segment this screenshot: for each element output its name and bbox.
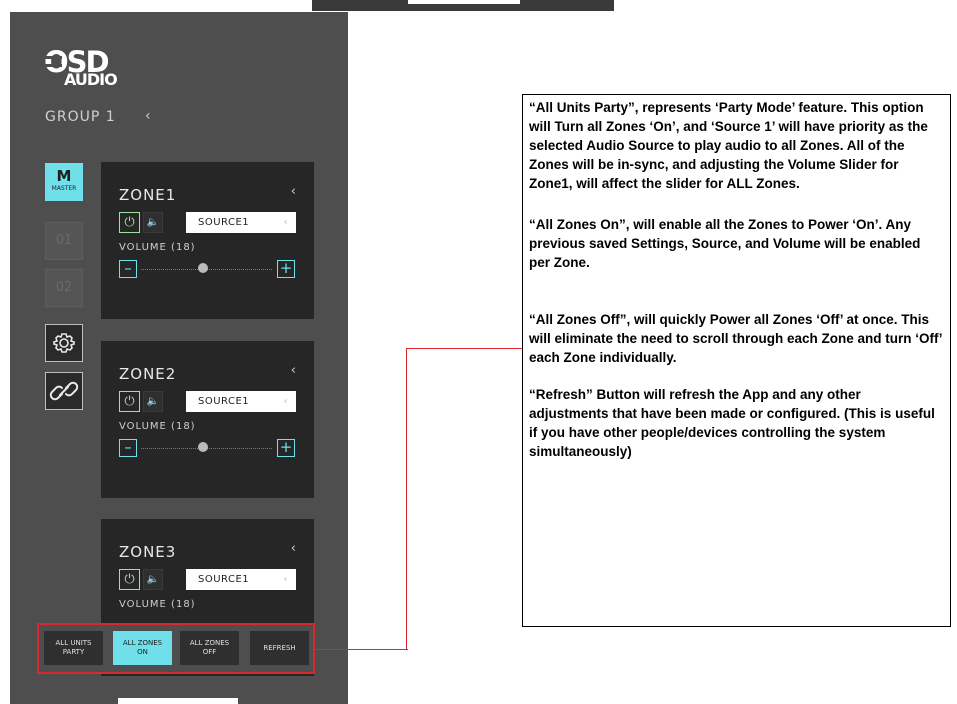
power-icon: ⏻: [124, 394, 135, 409]
volume-label: VOLUME (18): [119, 599, 196, 610]
zone-01-button[interactable]: 01: [45, 222, 83, 260]
volume-down-button[interactable]: –: [119, 439, 137, 457]
master-sublabel: MASTER: [51, 185, 77, 192]
callout-all-on: “All Zones On”, will enable all the Zone…: [529, 217, 921, 270]
bottom-handle: [118, 698, 238, 704]
osd-audio-logo: OSD AUDIO: [44, 47, 134, 99]
zone-card: ZONE2 ‹ ⏻ 🔈 SOURCE1 ‹ VOLUME (18) – +: [101, 341, 314, 498]
group-back-chevron-icon[interactable]: ‹: [145, 108, 151, 124]
source-value: SOURCE1: [198, 217, 250, 228]
zone-expand-chevron-icon[interactable]: ‹: [291, 363, 296, 378]
master-button[interactable]: M MASTER: [45, 163, 83, 201]
chevron-icon: ‹: [283, 396, 288, 407]
power-button[interactable]: ⏻: [119, 569, 140, 590]
logo-line2: AUDIO: [64, 70, 118, 89]
source-select[interactable]: SOURCE1 ‹: [186, 391, 296, 412]
callout-refresh: “Refresh” Button will refresh the App an…: [529, 387, 935, 459]
mute-button[interactable]: 🔈: [143, 391, 163, 412]
zone-name: ZONE2: [119, 365, 177, 383]
settings-button[interactable]: [45, 324, 83, 362]
callout-connector: [406, 348, 523, 349]
power-button[interactable]: ⏻: [119, 212, 140, 233]
source-value: SOURCE1: [198, 396, 250, 407]
annotation-callout: “All Units Party”, represents ‘Party Mod…: [522, 94, 951, 627]
volume-up-button[interactable]: +: [277, 439, 295, 457]
mute-button[interactable]: 🔈: [143, 569, 163, 590]
link-icon: [49, 381, 79, 401]
volume-up-button[interactable]: +: [277, 260, 295, 278]
source-select[interactable]: SOURCE1 ‹: [186, 212, 296, 233]
volume-slider-thumb[interactable]: [198, 263, 208, 273]
zone-expand-chevron-icon[interactable]: ‹: [291, 541, 296, 556]
speaker-icon: 🔈: [146, 396, 160, 407]
callout-connector: [315, 649, 408, 650]
volume-label: VOLUME (18): [119, 242, 196, 253]
volume-label: VOLUME (18): [119, 421, 196, 432]
mute-button[interactable]: 🔈: [143, 212, 163, 233]
chevron-icon: ‹: [283, 217, 288, 228]
logo-stripe: [44, 56, 62, 59]
logo-stripe: [44, 64, 62, 67]
callout-all-off: “All Zones Off”, will quickly Power all …: [529, 312, 942, 365]
power-button[interactable]: ⏻: [119, 391, 140, 412]
source-value: SOURCE1: [198, 574, 250, 585]
gear-icon: [53, 333, 75, 353]
power-icon: ⏻: [124, 215, 135, 230]
chevron-icon: ‹: [283, 574, 288, 585]
top-bar-handle: [408, 0, 520, 4]
zone-02-button[interactable]: 02: [45, 269, 83, 307]
zone-expand-chevron-icon[interactable]: ‹: [291, 184, 296, 199]
callout-party: “All Units Party”, represents ‘Party Mod…: [529, 100, 928, 191]
speaker-icon: 🔈: [146, 574, 160, 585]
highlight-box: [37, 623, 315, 674]
master-label: M: [56, 167, 72, 185]
volume-down-button[interactable]: –: [119, 260, 137, 278]
source-select[interactable]: SOURCE1 ‹: [186, 569, 296, 590]
zone-card: ZONE1 ‹ ⏻ 🔈 SOURCE1 ‹ VOLUME (18) – +: [101, 162, 314, 319]
group-title: GROUP 1: [45, 109, 116, 125]
zone-name: ZONE3: [119, 543, 177, 561]
app-panel: OSD AUDIO GROUP 1 ‹ M MASTER 01 02 ZONE1: [10, 12, 348, 704]
callout-connector: [406, 348, 407, 650]
zone-name: ZONE1: [119, 186, 177, 204]
power-icon: ⏻: [124, 572, 135, 587]
top-window-bar: [312, 0, 614, 11]
volume-slider-thumb[interactable]: [198, 442, 208, 452]
speaker-icon: 🔈: [146, 217, 160, 228]
link-button[interactable]: [45, 372, 83, 410]
